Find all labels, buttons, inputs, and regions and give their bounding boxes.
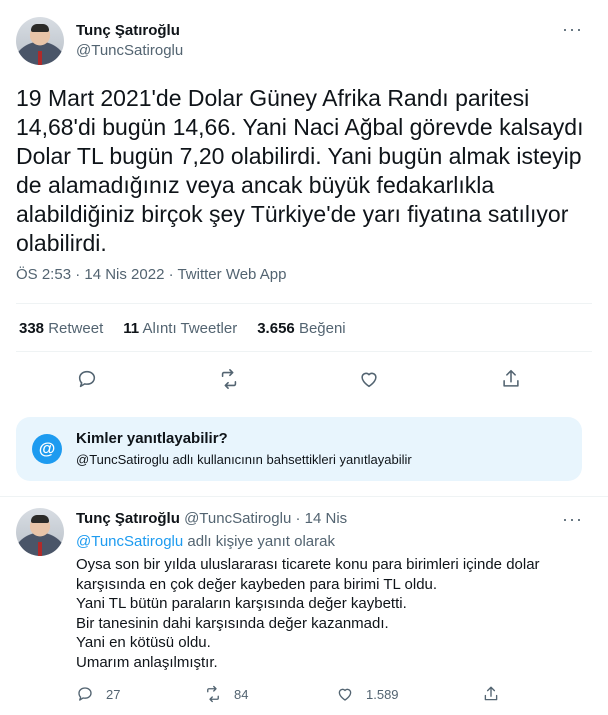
share-icon[interactable] — [500, 368, 522, 390]
reply-author-avatar[interactable] — [16, 508, 64, 556]
reply-replies-count: 27 — [106, 686, 121, 702]
author-handle[interactable]: @TuncSatiroglu — [76, 42, 183, 59]
reply-restriction-box[interactable]: @ Kimler yanıtlayabilir? @TuncSatiroglu … — [16, 417, 582, 481]
retweet-icon[interactable] — [218, 368, 240, 390]
reply-more-icon[interactable]: ··· — [562, 510, 582, 534]
retweets-label: Retweet — [48, 320, 104, 337]
reply-replies-button[interactable]: 27 — [76, 685, 120, 703]
reply-line: Bir tanesinin dahi karşısında değer kaza… — [76, 614, 389, 632]
reply-text: Oysa son bir yılda uluslararası ticarete… — [76, 555, 540, 672]
reply-likes-count: 1.589 — [366, 686, 399, 702]
reply-retweet-button[interactable]: 84 — [204, 685, 248, 703]
reply-like-button[interactable]: 1.589 — [336, 685, 399, 703]
quotes-count: 11 — [123, 320, 140, 337]
reply-line: karşısında en çok değer kaybeden para bi… — [76, 575, 438, 593]
tweet-stats: 338 Retweet 11 Alıntı Tweetler 3.656 Beğ… — [19, 320, 366, 337]
replying-to-handle[interactable]: @TuncSatiroglu — [76, 533, 183, 550]
reply-header: Tunç Şatıroğlu @TuncSatiroglu · 14 Nis — [76, 510, 347, 527]
reply-author-name[interactable]: Tunç Şatıroğlu — [76, 510, 180, 527]
retweets-stat[interactable]: 338 Retweet — [19, 320, 103, 337]
section-divider — [0, 496, 608, 497]
replying-to: @TuncSatiroglu adlı kişiye yanıt olarak — [76, 533, 335, 550]
reply-line: Oysa son bir yılda uluslararası ticarete… — [76, 556, 540, 573]
retweet-icon — [207, 685, 219, 703]
quotes-label: Alıntı Tweetler — [142, 320, 238, 337]
tweet-text: 19 Mart 2021'de Dolar Güney Afrika Randı… — [16, 85, 584, 256]
divider — [16, 303, 592, 304]
reply-restriction-title: Kimler yanıtlayabilir? — [76, 430, 228, 447]
reply-line: Yani TL bütün paraların karşısında değer… — [76, 595, 407, 612]
reply-icon — [78, 687, 92, 701]
reply-retweets-count: 84 — [234, 686, 249, 702]
tweet-actions — [76, 368, 536, 392]
reply-actions: 27 84 1.589 — [76, 685, 516, 707]
author-avatar[interactable] — [16, 17, 64, 65]
retweets-count: 338 — [19, 320, 45, 337]
like-icon — [338, 688, 352, 701]
more-icon[interactable]: ··· — [562, 20, 582, 44]
likes-count: 3.656 — [257, 320, 295, 337]
share-icon — [484, 686, 498, 701]
reply-icon[interactable] — [76, 368, 98, 390]
at-icon: @ — [32, 434, 62, 464]
tweet-meta[interactable]: ÖS 2:53 · 14 Nis 2022 · Twitter Web App — [16, 266, 286, 283]
quotes-stat[interactable]: 11 Alıntı Tweetler — [123, 320, 237, 337]
likes-stat[interactable]: 3.656 Beğeni — [257, 320, 345, 337]
reply-line: Umarım anlaşılmıştır. — [76, 653, 218, 671]
reply-line: Yani en kötüsü oldu. — [76, 634, 211, 651]
divider — [16, 351, 592, 352]
reply-author-handle[interactable]: @TuncSatiroglu — [184, 510, 291, 527]
reply-share-button[interactable] — [482, 685, 512, 703]
like-icon[interactable] — [358, 368, 380, 390]
reply-dot: · — [295, 510, 301, 527]
reply-restriction-subtitle: @TuncSatiroglu adlı kullanıcının bahsett… — [76, 452, 412, 467]
author-name[interactable]: Tunç Şatıroğlu — [76, 22, 180, 39]
replying-to-suffix: adlı kişiye yanıt olarak — [187, 533, 335, 550]
likes-label: Beğeni — [298, 320, 346, 337]
reply-date[interactable]: 14 Nis — [305, 510, 348, 527]
